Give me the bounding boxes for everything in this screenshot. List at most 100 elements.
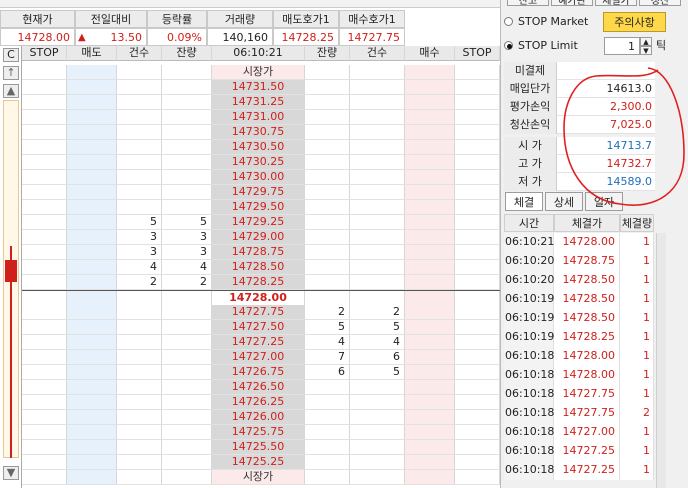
market-row-cell[interactable] bbox=[455, 65, 500, 80]
bid-stop-cell[interactable] bbox=[22, 395, 67, 410]
market-row-cell[interactable] bbox=[305, 65, 350, 80]
bid-price-cell[interactable]: 14725.75 bbox=[212, 425, 305, 440]
bid-sell-cell[interactable] bbox=[67, 305, 117, 320]
stop-market-option[interactable]: STOP Market bbox=[504, 14, 604, 30]
ask-stop-cell[interactable] bbox=[455, 215, 500, 230]
ask-buy-cell[interactable] bbox=[405, 155, 455, 170]
ask-buy-cell[interactable] bbox=[405, 125, 455, 140]
bid-buy-cell[interactable] bbox=[405, 440, 455, 455]
bid-sell-cell[interactable] bbox=[67, 380, 117, 395]
ask-sell-cell[interactable] bbox=[67, 155, 117, 170]
ask-price-cell[interactable]: 14730.50 bbox=[212, 140, 305, 155]
ask-stop-cell[interactable] bbox=[455, 230, 500, 245]
bid-stop-cell[interactable] bbox=[22, 350, 67, 365]
bid-sell-cell[interactable] bbox=[67, 320, 117, 335]
tick-input[interactable]: 1 bbox=[604, 37, 640, 55]
ask-buy-cell[interactable] bbox=[405, 260, 455, 275]
ask-stop-cell[interactable] bbox=[22, 260, 67, 275]
ask-buy-cell[interactable] bbox=[405, 170, 455, 185]
market-row-cell[interactable] bbox=[405, 470, 455, 485]
scroll-up-icon[interactable]: ▲ bbox=[3, 84, 19, 98]
bid-price-cell[interactable]: 14726.50 bbox=[212, 380, 305, 395]
bid-price-cell[interactable]: 14725.50 bbox=[212, 440, 305, 455]
ask-stop-cell[interactable] bbox=[455, 245, 500, 260]
ask-sell-cell[interactable] bbox=[67, 80, 117, 95]
bid-sell-cell[interactable] bbox=[67, 365, 117, 380]
notice-button[interactable]: 주의사항 bbox=[603, 12, 666, 32]
ask-buy-cell[interactable] bbox=[405, 200, 455, 215]
radio-icon[interactable] bbox=[504, 17, 513, 26]
ask-buy-cell[interactable] bbox=[405, 275, 455, 290]
ask-price-cell[interactable]: 14731.00 bbox=[212, 110, 305, 125]
ask-sell-cell[interactable] bbox=[67, 95, 117, 110]
ask-stop-cell[interactable] bbox=[22, 275, 67, 290]
market-row-cell[interactable] bbox=[162, 65, 212, 80]
ask-stop-cell[interactable] bbox=[22, 200, 67, 215]
ask-buy-cell[interactable] bbox=[405, 185, 455, 200]
bid-buy-cell[interactable] bbox=[405, 350, 455, 365]
bid-sell-cell[interactable] bbox=[67, 425, 117, 440]
ask-buy-cell[interactable] bbox=[405, 230, 455, 245]
detail-tab-0[interactable]: 체결 bbox=[505, 192, 543, 211]
bid-price-cell[interactable]: 14726.00 bbox=[212, 410, 305, 425]
ask-price-cell[interactable]: 14729.00 bbox=[212, 230, 305, 245]
ask-stop-cell[interactable] bbox=[455, 170, 500, 185]
ask-price-cell[interactable]: 14731.25 bbox=[212, 95, 305, 110]
top-tab-2[interactable]: 체결가 bbox=[595, 0, 637, 7]
market-row-cell[interactable] bbox=[67, 470, 117, 485]
ask-stop-cell[interactable] bbox=[22, 80, 67, 95]
bid-price-cell[interactable]: 14727.25 bbox=[212, 335, 305, 350]
bid-price-cell[interactable]: 14727.00 bbox=[212, 350, 305, 365]
bid-price-cell[interactable]: 14727.50 bbox=[212, 320, 305, 335]
bid-price-cell[interactable]: 14727.75 bbox=[212, 305, 305, 320]
bid-stop-cell[interactable] bbox=[22, 440, 67, 455]
bid-stop-cell[interactable] bbox=[455, 395, 500, 410]
bid-stop-cell[interactable] bbox=[22, 455, 67, 470]
ask-stop-cell[interactable] bbox=[22, 155, 67, 170]
market-row-cell[interactable] bbox=[22, 65, 67, 80]
ask-stop-cell[interactable] bbox=[22, 215, 67, 230]
bid-buy-cell[interactable] bbox=[405, 320, 455, 335]
bid-stop-cell[interactable] bbox=[22, 335, 67, 350]
market-row-cell[interactable] bbox=[117, 65, 162, 80]
bid-stop-cell[interactable] bbox=[22, 320, 67, 335]
market-row-cell[interactable] bbox=[162, 470, 212, 485]
top-tab-3[interactable]: 정산 bbox=[639, 0, 681, 7]
scroll-down-icon[interactable]: ▼ bbox=[3, 466, 19, 480]
bid-price-cell[interactable]: 14726.25 bbox=[212, 395, 305, 410]
ask-stop-cell[interactable] bbox=[22, 95, 67, 110]
ask-stop-cell[interactable] bbox=[455, 110, 500, 125]
spin-down-icon[interactable]: ▼ bbox=[640, 46, 652, 55]
up-arrow-icon[interactable]: ↑ bbox=[3, 66, 19, 80]
ask-price-cell[interactable]: 14728.75 bbox=[212, 245, 305, 260]
market-row-cell[interactable] bbox=[455, 470, 500, 485]
trade-scrollbar[interactable] bbox=[656, 233, 666, 488]
bid-stop-cell[interactable] bbox=[22, 410, 67, 425]
bid-sell-cell[interactable] bbox=[67, 335, 117, 350]
market-row-cell[interactable] bbox=[67, 65, 117, 80]
ask-stop-cell[interactable] bbox=[455, 140, 500, 155]
bid-stop-cell[interactable] bbox=[455, 335, 500, 350]
ask-buy-cell[interactable] bbox=[405, 245, 455, 260]
ask-stop-cell[interactable] bbox=[22, 185, 67, 200]
ask-sell-cell[interactable] bbox=[67, 170, 117, 185]
ask-stop-cell[interactable] bbox=[22, 245, 67, 260]
ask-stop-cell[interactable] bbox=[455, 125, 500, 140]
radio-icon[interactable] bbox=[504, 41, 513, 50]
orderbook-scrollbar[interactable]: C ↑ ▲ ▼ bbox=[0, 46, 22, 488]
market-row-cell[interactable] bbox=[305, 470, 350, 485]
bid-buy-cell[interactable] bbox=[405, 380, 455, 395]
bid-price-cell[interactable]: 14726.75 bbox=[212, 365, 305, 380]
ask-price-cell[interactable]: 14728.25 bbox=[212, 275, 305, 290]
ask-stop-cell[interactable] bbox=[455, 185, 500, 200]
ask-sell-cell[interactable] bbox=[67, 125, 117, 140]
ask-stop-cell[interactable] bbox=[455, 260, 500, 275]
ask-sell-cell[interactable] bbox=[67, 215, 117, 230]
bid-stop-cell[interactable] bbox=[22, 305, 67, 320]
ask-stop-cell[interactable] bbox=[22, 140, 67, 155]
ask-sell-cell[interactable] bbox=[67, 245, 117, 260]
ask-price-cell[interactable]: 14730.75 bbox=[212, 125, 305, 140]
bid-price-cell[interactable]: 14725.25 bbox=[212, 455, 305, 470]
ask-buy-cell[interactable] bbox=[405, 140, 455, 155]
ask-sell-cell[interactable] bbox=[67, 185, 117, 200]
